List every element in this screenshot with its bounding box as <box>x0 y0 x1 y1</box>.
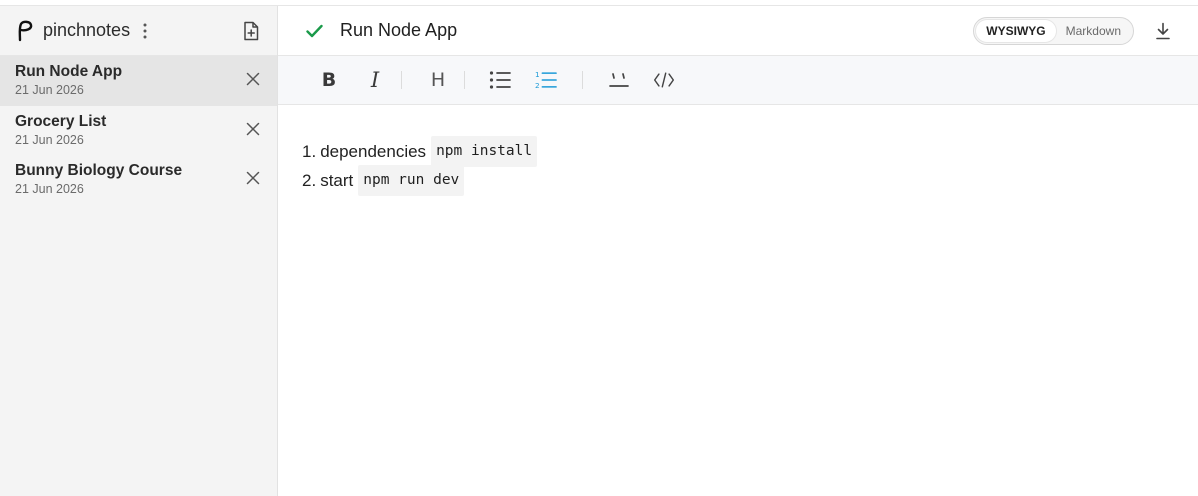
note-date: 21 Jun 2026 <box>15 83 84 97</box>
new-note-icon[interactable] <box>239 19 263 43</box>
editor-header: Run Node App WYSIWYG Markdown <box>278 6 1198 56</box>
note-title: Run Node App <box>15 63 123 80</box>
note-date: 21 Jun 2026 <box>15 182 84 196</box>
bullet-list-icon[interactable] <box>489 69 511 91</box>
toolbar-divider <box>464 71 465 89</box>
inline-code: npm install <box>431 136 538 167</box>
formatting-toolbar: B I H 1 2 <box>278 56 1198 105</box>
note-list-item[interactable]: Bunny Biology Course 21 Jun 2026 <box>0 155 277 205</box>
document-content[interactable]: 1. dependencies npm install 2. start npm… <box>278 105 1198 196</box>
app-name: pinchnotes <box>43 20 131 40</box>
document-title: Run Node App <box>340 20 458 40</box>
saved-check-icon <box>305 22 323 40</box>
sidebar-header: pinchnotes <box>0 6 277 56</box>
download-icon[interactable] <box>1154 22 1172 40</box>
note-list-item[interactable]: Run Node App 21 Jun 2026 <box>0 56 277 106</box>
note-title: Bunny Biology Course <box>15 162 183 179</box>
sidebar: pinchnotes Run Node App 21 Jun 2026 Groc… <box>0 6 278 496</box>
list-text: start <box>320 171 354 190</box>
note-list-item[interactable]: Grocery List 21 Jun 2026 <box>0 106 277 156</box>
pinchnotes-logo-icon <box>14 20 36 42</box>
inline-code-icon[interactable] <box>608 69 630 91</box>
delete-note-close-icon[interactable] <box>245 121 261 137</box>
list-item: 1. dependencies npm install <box>302 136 1174 167</box>
delete-note-close-icon[interactable] <box>245 71 261 87</box>
code-block-icon[interactable] <box>653 69 675 91</box>
delete-note-close-icon[interactable] <box>245 170 261 186</box>
list-item: 2. start npm run dev <box>302 165 1174 196</box>
note-title: Grocery List <box>15 112 107 130</box>
ordered-list-icon[interactable]: 1 2 <box>535 69 557 91</box>
inline-code: npm run dev <box>358 165 465 196</box>
editor-mode-toggle: WYSIWYG Markdown <box>973 16 1134 45</box>
bold-icon[interactable]: B <box>318 69 340 91</box>
editor-pane: Run Node App WYSIWYG Markdown B I H 1 2 … <box>278 6 1198 496</box>
toolbar-divider <box>401 71 402 89</box>
toolbar-divider <box>582 71 583 89</box>
wysiwyg-mode-button[interactable]: WYSIWYG <box>976 19 1056 42</box>
italic-icon[interactable]: I <box>364 68 386 92</box>
list-text: dependencies <box>320 142 427 161</box>
more-options-icon[interactable] <box>138 21 152 41</box>
svg-text:1: 1 <box>535 70 540 79</box>
list-number: 1. <box>302 142 317 161</box>
svg-text:2: 2 <box>535 81 540 90</box>
note-list: Run Node App 21 Jun 2026 Grocery List 21… <box>0 56 277 205</box>
markdown-mode-button[interactable]: Markdown <box>1056 20 1131 42</box>
note-date: 21 Jun 2026 <box>15 132 84 147</box>
heading-icon[interactable]: H <box>427 69 449 91</box>
list-number: 2. <box>302 171 317 190</box>
ordered-list: 1. dependencies npm install 2. start npm… <box>302 136 1174 196</box>
